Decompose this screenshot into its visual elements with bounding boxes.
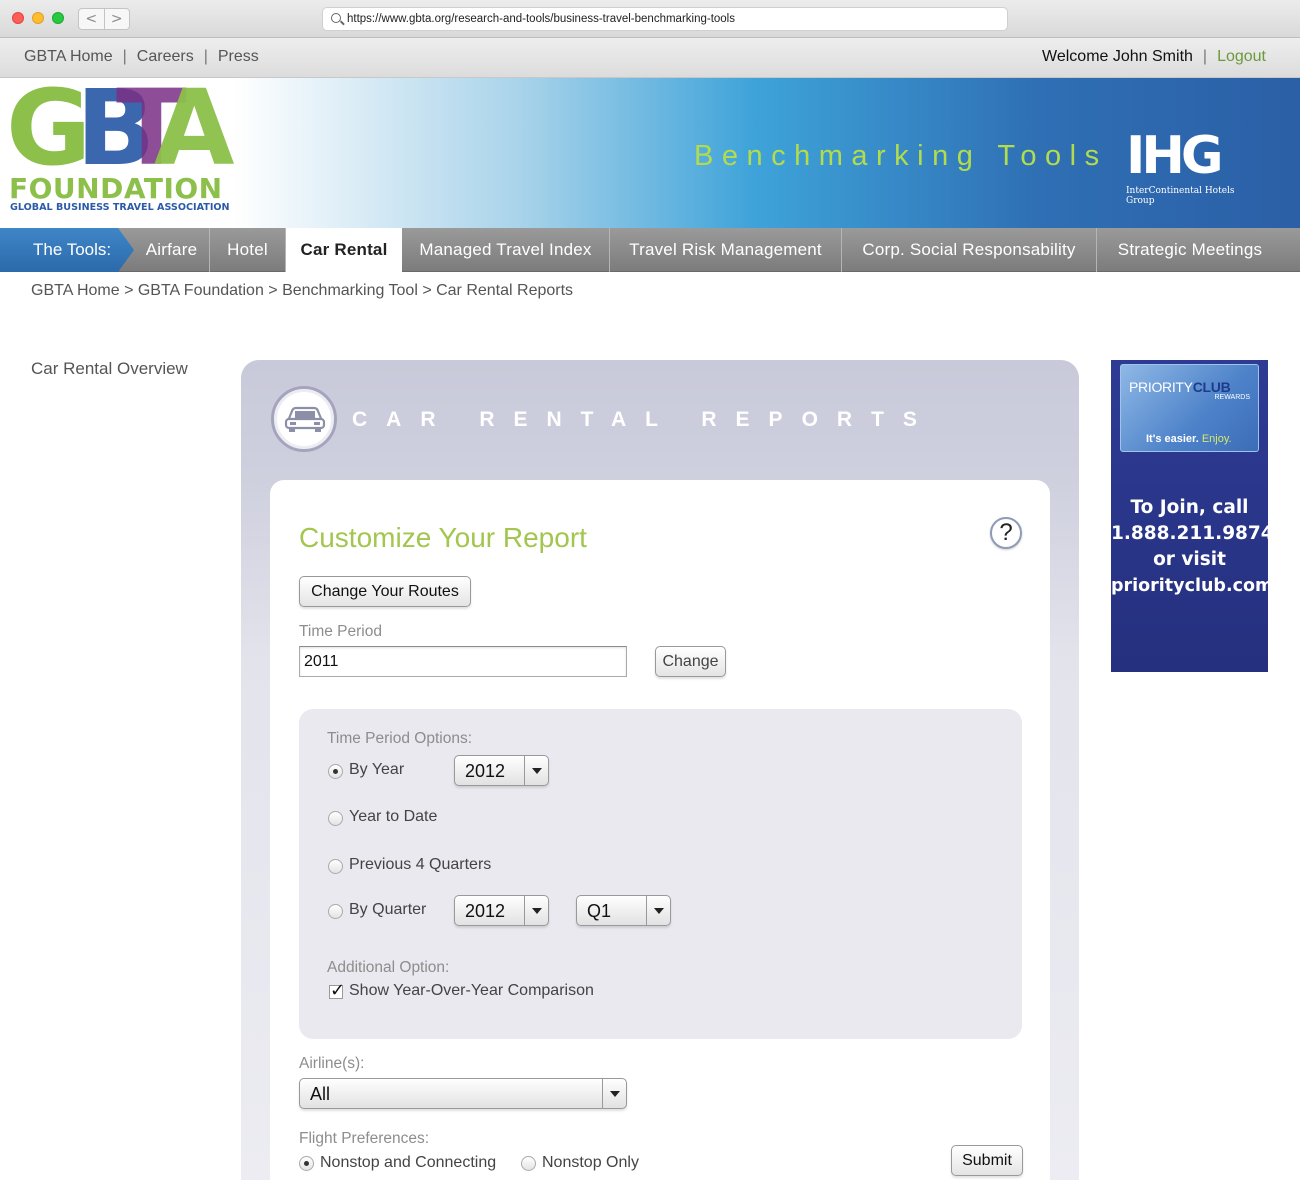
time-period-options-heading: Time Period Options: <box>327 730 473 747</box>
customize-title: Customize Your Report <box>299 522 587 553</box>
tab-hotel[interactable]: Hotel <box>210 228 286 272</box>
change-routes-button[interactable]: Change Your Routes <box>299 576 471 607</box>
tools-label: The Tools: <box>0 228 134 272</box>
forward-button[interactable]: > <box>105 9 130 29</box>
utility-links: GBTA Home | Careers | Press <box>24 48 259 65</box>
browser-toolbar: < > https://www.gbta.org/research-and-to… <box>0 0 1300 38</box>
chevron-down-icon <box>602 1079 626 1108</box>
by-quarter-year-select[interactable]: 2012 <box>454 895 549 926</box>
priority-club-ad[interactable]: PRIORITYCLUB REWARDS It's easier. Enjoy.… <box>1111 360 1274 672</box>
zoom-window-button[interactable] <box>52 12 64 24</box>
utility-bar: GBTA Home | Careers | Press Welcome John Smi… <box>0 38 1300 78</box>
chevron-down-icon <box>646 896 670 925</box>
gbta-foundation-logo[interactable]: G B T A FOUNDATION GLOBAL BUSINESS TRAVE… <box>6 78 238 216</box>
flight-preferences-label: Flight Preferences: <box>299 1130 430 1147</box>
yoy-comparison-label[interactable]: Show Year-Over-Year Comparison <box>349 982 594 1000</box>
banner-title: Benchmarking Tools <box>694 140 1108 172</box>
change-button[interactable]: Change <box>655 646 726 677</box>
car-rental-overview-link[interactable]: Car Rental Overview <box>31 359 188 379</box>
tab-managed-travel-index[interactable]: Managed Travel Index <box>402 228 610 272</box>
by-quarter-label[interactable]: By Quarter <box>349 901 426 919</box>
by-year-select[interactable]: 2012 <box>454 755 549 786</box>
gbta-home-link[interactable]: GBTA Home <box>24 48 113 65</box>
chevron-down-icon <box>524 756 548 785</box>
airlines-select[interactable]: All <box>299 1078 627 1109</box>
tab-strategic-meetings[interactable]: Strategic Meetings <box>1097 228 1283 272</box>
minimize-window-button[interactable] <box>32 12 44 24</box>
by-quarter-radio[interactable] <box>328 904 343 919</box>
ad-text: To Join, call 1.888.211.9874 or visit pr… <box>1111 497 1274 596</box>
close-window-button[interactable] <box>12 12 24 24</box>
back-button[interactable]: < <box>79 9 105 29</box>
address-bar[interactable]: https://www.gbta.org/research-and-tools/… <box>322 7 1008 31</box>
ihg-sponsor-logo[interactable]: IHG InterContinental Hotels Group <box>1126 130 1256 206</box>
car-rental-reports-panel: CAR RENTAL REPORTS Customize Your Report… <box>241 360 1079 1180</box>
year-to-date-radio[interactable] <box>328 811 343 826</box>
time-period-options: Time Period Options: By Year 2012 Year t… <box>299 709 1022 1039</box>
nonstop-only-label[interactable]: Nonstop Only <box>542 1154 639 1172</box>
priority-club-card: PRIORITYCLUB REWARDS It's easier. Enjoy. <box>1120 364 1259 452</box>
header-banner: G B T A FOUNDATION GLOBAL BUSINESS TRAVE… <box>0 78 1300 228</box>
airlines-label: Airline(s): <box>299 1055 365 1072</box>
history-nav: < > <box>78 8 130 30</box>
previous-quarters-label[interactable]: Previous 4 Quarters <box>349 856 491 874</box>
chevron-down-icon <box>524 896 548 925</box>
tab-car-rental[interactable]: Car Rental <box>286 228 402 273</box>
user-area: Welcome John Smith | Logout <box>1042 48 1266 65</box>
careers-link[interactable]: Careers <box>137 48 194 65</box>
tab-corp-social-responsability[interactable]: Corp. Social Responsability <box>842 228 1097 272</box>
customize-report-card: Customize Your Report ? Change Your Rout… <box>270 480 1050 1180</box>
time-period-input[interactable] <box>299 646 627 677</box>
yoy-comparison-checkbox[interactable]: ✓ <box>329 980 345 1001</box>
tab-travel-risk-management[interactable]: Travel Risk Management <box>610 228 842 272</box>
checkmark-icon: ✓ <box>330 980 346 1001</box>
welcome-text: Welcome John Smith <box>1042 48 1193 65</box>
previous-quarters-radio[interactable] <box>328 859 343 874</box>
help-icon[interactable]: ? <box>990 517 1022 549</box>
logout-link[interactable]: Logout <box>1217 48 1266 65</box>
panel-title: CAR RENTAL REPORTS <box>352 408 936 431</box>
by-year-radio[interactable] <box>328 764 343 779</box>
additional-option-heading: Additional Option: <box>327 959 450 976</box>
nonstop-connecting-radio[interactable] <box>299 1156 314 1171</box>
tab-airfare[interactable]: Airfare <box>134 228 210 272</box>
by-year-label[interactable]: By Year <box>349 761 404 779</box>
tools-nav: The Tools: Airfare Hotel Car Rental Mana… <box>0 228 1300 273</box>
time-period-label: Time Period <box>299 623 382 640</box>
car-icon <box>271 386 337 452</box>
nonstop-connecting-label[interactable]: Nonstop and Connecting <box>320 1154 496 1172</box>
by-quarter-q-select[interactable]: Q1 <box>576 895 671 926</box>
year-to-date-label[interactable]: Year to Date <box>349 808 437 826</box>
search-icon <box>331 13 341 23</box>
nonstop-only-radio[interactable] <box>521 1156 536 1171</box>
press-link[interactable]: Press <box>218 48 259 65</box>
address-url[interactable]: https://www.gbta.org/research-and-tools/… <box>347 13 735 25</box>
breadcrumb[interactable]: GBTA Home > GBTA Foundation > Benchmarki… <box>31 282 573 300</box>
submit-button[interactable]: Submit <box>951 1145 1023 1176</box>
